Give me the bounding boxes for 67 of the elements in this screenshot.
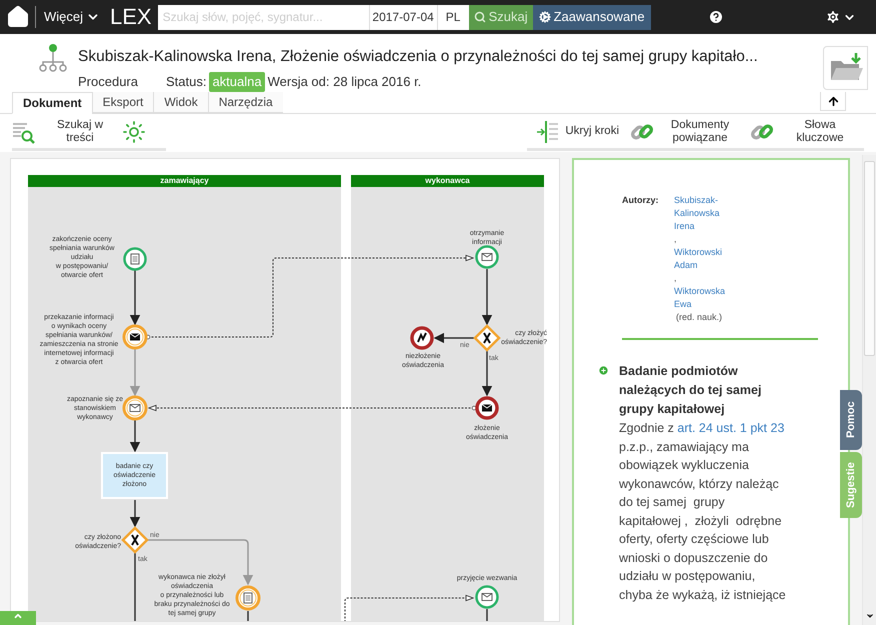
section-text: Zgodnie z art. 24 ust. 1 pkt 23 p.z.p., zamawiający ma obowiązek wykluczenia wykonawców, którzy należąc do tej samej grupy kapitałowej , złożyli odrębne oferty, oferty częściowe lub wnioski o dopuszczenie do udziału w postępowaniu, chyba że wykażą, iż istniejące	[619, 420, 787, 604]
author-link[interactable]: Wiktorowski Adam	[674, 246, 734, 272]
error-end-event	[410, 326, 434, 350]
editor-note: (red. nauk.)	[676, 311, 724, 324]
lane-title: wykonawca	[351, 175, 544, 187]
document-event	[236, 586, 260, 610]
settings-button[interactable]	[825, 9, 856, 25]
gateway-diamond	[121, 526, 149, 554]
home-icon	[6, 5, 30, 29]
process-tree-icon	[38, 43, 68, 73]
document-title: Skubiszak-Kalinowska Irena, Złożenie oświadczenia o przynależności do tej samej grupy kapitało...	[78, 47, 758, 67]
highlight-button[interactable]	[122, 120, 146, 144]
section-heading: Badanie podmiotów należących do tej samej grupy kapitałowej	[619, 363, 762, 418]
author-link[interactable]: Skubiszak-Kalinowska Irena	[674, 194, 734, 233]
arrow-up-icon	[826, 94, 840, 108]
message-event	[475, 245, 499, 269]
authors-label: Autorzy:	[622, 194, 660, 207]
status-label: Status:	[166, 73, 206, 91]
tab[interactable]: Eksport	[92, 91, 154, 113]
toolbar-button[interactable]: Ukryj kroki	[565, 125, 619, 138]
sequence-flow-arrow	[130, 349, 140, 396]
author-link[interactable]: Wiktorowska Ewa	[674, 285, 734, 311]
cogs-icon	[538, 11, 551, 23]
sun-icon	[122, 120, 146, 144]
side-tab[interactable]: Pomoc	[840, 390, 862, 450]
message-event	[122, 396, 148, 420]
sequence-flow-arrow	[482, 269, 492, 326]
separator: ,	[674, 233, 678, 246]
logo: LEX	[110, 6, 152, 28]
toolbar-button[interactable]: Dokumenty powiązane	[661, 118, 739, 144]
message-event	[475, 396, 499, 420]
chevron-up-icon	[13, 611, 23, 621]
help-button[interactable]	[708, 9, 724, 25]
sequence-flow-arrow	[130, 500, 140, 528]
search-icon	[474, 11, 486, 23]
sequence-flow-arrow	[434, 332, 474, 344]
lane-title: zamawiający	[28, 175, 341, 187]
home-button[interactable]	[5, 4, 31, 30]
expand-icon	[598, 365, 609, 376]
sequence-flow-arrow	[130, 420, 140, 452]
language-field[interactable]: PL	[436, 4, 469, 30]
feedback-button[interactable]	[0, 611, 36, 625]
help-icon	[708, 9, 724, 25]
gateway-diamond	[473, 324, 501, 352]
tab[interactable]: Dokument	[12, 92, 92, 114]
separator: ,	[674, 272, 678, 285]
advanced-search-button[interactable]: Zaawansowane	[532, 4, 651, 30]
toolbar-button[interactable]: Słowa kluczowe	[781, 118, 859, 144]
message-event	[475, 585, 499, 609]
collapse-steps-icon	[537, 120, 560, 144]
search-in-text-button[interactable]: Szukaj w treści	[56, 118, 104, 144]
sequence-flow-arrow	[130, 270, 140, 326]
tab[interactable]: Narzędzia	[208, 91, 283, 113]
more-menu-button[interactable]: Więcej	[44, 7, 100, 27]
status-badge: aktualna	[209, 72, 265, 92]
scrollbar-thumb[interactable]	[864, 161, 875, 356]
message-event	[122, 324, 148, 350]
folder-download-icon	[828, 53, 862, 83]
document-type: Procedura	[78, 73, 138, 91]
article-link[interactable]: art. 24 ust. 1 pkt 23	[677, 421, 784, 435]
scroll-top-button[interactable]	[820, 91, 846, 111]
settings-icon	[825, 9, 841, 25]
version-text: Wersja od: 28 lipca 2016 r.	[268, 73, 422, 91]
document-event	[123, 247, 147, 271]
tab[interactable]: Widok	[153, 91, 208, 113]
scrollbar[interactable]	[862, 155, 876, 625]
date-field[interactable]: 2017-07-04	[368, 4, 437, 30]
